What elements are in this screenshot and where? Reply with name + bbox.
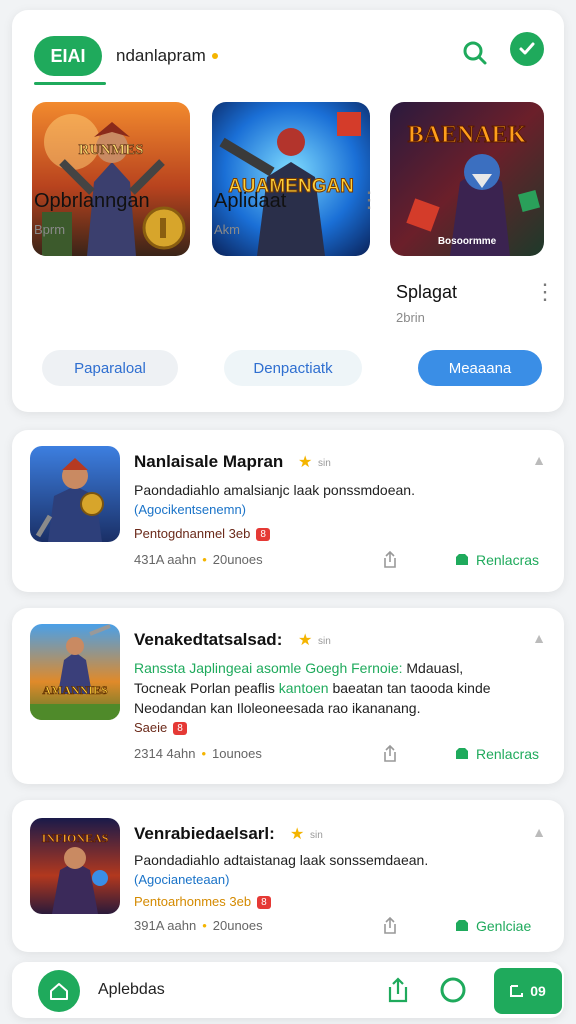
install-button[interactable]: Renlacras <box>454 552 539 568</box>
featured-app-3-more-icon[interactable]: ⋮ <box>534 281 556 303</box>
featured-app-2-size: Akm <box>214 222 240 237</box>
rating-label: sin <box>318 458 331 469</box>
bottom-action-button[interactable]: 09 <box>494 968 562 1014</box>
featured-app-3-size: 2brin <box>396 310 425 325</box>
chat-icon[interactable] <box>439 976 467 1004</box>
check-icon <box>519 42 535 55</box>
list-item[interactable]: INFIONEAS Venrabiedaelsarl: ★ sin ▲ Paon… <box>12 800 564 952</box>
badge: 8 <box>257 896 271 910</box>
app-description: Paondadiahlo amalsianjc laak ponssmdoean… <box>134 482 415 498</box>
tab-home[interactable]: EIAI <box>34 36 102 76</box>
active-tab-indicator <box>34 82 106 85</box>
app-link[interactable]: (Agocianeteaan) <box>134 872 229 887</box>
home-button[interactable] <box>38 970 80 1012</box>
list-item[interactable]: AMANNIES Venakedtatsalsad: ★ sin ▲ Ranss… <box>12 608 564 784</box>
chevron-up-icon[interactable]: ▲ <box>532 630 546 646</box>
app-description: Paondadiahlo adtaistanag laak sonssemdae… <box>134 852 429 868</box>
developer-label: Pentogdnanmel 3eb 8 <box>134 526 270 542</box>
share-icon[interactable] <box>380 744 400 764</box>
window-icon <box>510 985 524 997</box>
gamepad-icon <box>456 920 468 931</box>
art-title-text: AMANNIES <box>42 683 108 697</box>
verified-button[interactable] <box>510 32 544 66</box>
featured-app-2-button[interactable]: Denpactiatk <box>224 350 362 386</box>
app-icon[interactable]: INFIONEAS <box>30 818 120 914</box>
app-title: Nanlaisale Mapran <box>134 452 284 471</box>
featured-app-3-art[interactable]: BAENAEK Bosoormme <box>390 102 544 256</box>
rating-label: sin <box>310 830 323 841</box>
search-icon <box>463 41 487 65</box>
app-header: EIAI ndanlapram <box>12 10 564 90</box>
bottom-nav-label[interactable]: Aplebdas <box>98 981 165 999</box>
app-stats: 2314 4ahn • 1ounoes <box>134 746 262 761</box>
list-item[interactable]: Nanlaisale Mapran ★ sin ▲ Paondadiahlo a… <box>12 430 564 592</box>
home-icon <box>50 983 68 1000</box>
badge: 8 <box>173 722 187 736</box>
app-link[interactable]: (Agocikentsenemn) <box>134 502 246 517</box>
share-icon[interactable] <box>386 976 410 1004</box>
featured-app-2-name: Aplidaat <box>214 190 287 212</box>
art-title-text: RUNMES <box>78 142 143 158</box>
chevron-up-icon[interactable]: ▲ <box>532 452 546 468</box>
featured-card: EIAI ndanlapram RUNMES Opbrlanngan Bprm … <box>12 10 564 412</box>
bottom-navigation: Aplebdas 09 <box>12 962 564 1018</box>
featured-app-2-more-icon[interactable]: ⋮ <box>358 189 380 211</box>
header-title: ndanlapram <box>116 46 206 65</box>
app-title: Venrabiedaelsarl: <box>134 824 275 843</box>
art-title-text: BAENAEK <box>408 122 527 148</box>
art-subtitle-text: Bosoormme <box>438 236 497 247</box>
share-icon[interactable] <box>380 550 400 570</box>
rating-label: sin <box>318 636 331 647</box>
featured-app-3-name: Splagat <box>396 282 458 302</box>
app-stats: 391A aahn • 20unoes <box>134 918 263 933</box>
app-stats: 431A aahn • 20unoes <box>134 552 263 567</box>
notification-dot <box>212 53 218 59</box>
search-button[interactable] <box>458 36 492 70</box>
gamepad-icon <box>456 748 468 759</box>
featured-app-1-name: Opbrlanngan <box>34 190 150 212</box>
star-icon: ★ <box>290 826 305 843</box>
app-title: Venakedtatsalsad: <box>134 630 283 649</box>
star-icon: ★ <box>298 454 313 471</box>
featured-app-1-button[interactable]: Paparaloal <box>42 350 178 386</box>
app-icon[interactable]: AMANNIES <box>30 624 120 720</box>
badge: 8 <box>256 528 270 542</box>
gamepad-icon <box>456 554 468 565</box>
install-button[interactable]: Genlciae <box>454 918 531 934</box>
featured-app-3-button[interactable]: Meaaana <box>418 350 542 386</box>
install-button[interactable]: Renlacras <box>454 746 539 762</box>
star-icon: ★ <box>298 632 313 649</box>
chevron-up-icon[interactable]: ▲ <box>532 824 546 840</box>
featured-app-3[interactable]: BAENAEK Bosoormme <box>390 102 544 256</box>
app-description: Ranssta Japlingeai asomle Goegh Fernoie:… <box>134 660 491 716</box>
app-icon[interactable] <box>30 446 120 542</box>
share-icon[interactable] <box>380 916 400 936</box>
art-title-text: INFIONEAS <box>42 831 109 845</box>
developer-label: Saeie 8 <box>134 720 187 736</box>
featured-app-1-size: Bprm <box>34 222 66 237</box>
developer-label: Pentoarhonmes 3eb 8 <box>134 894 271 910</box>
